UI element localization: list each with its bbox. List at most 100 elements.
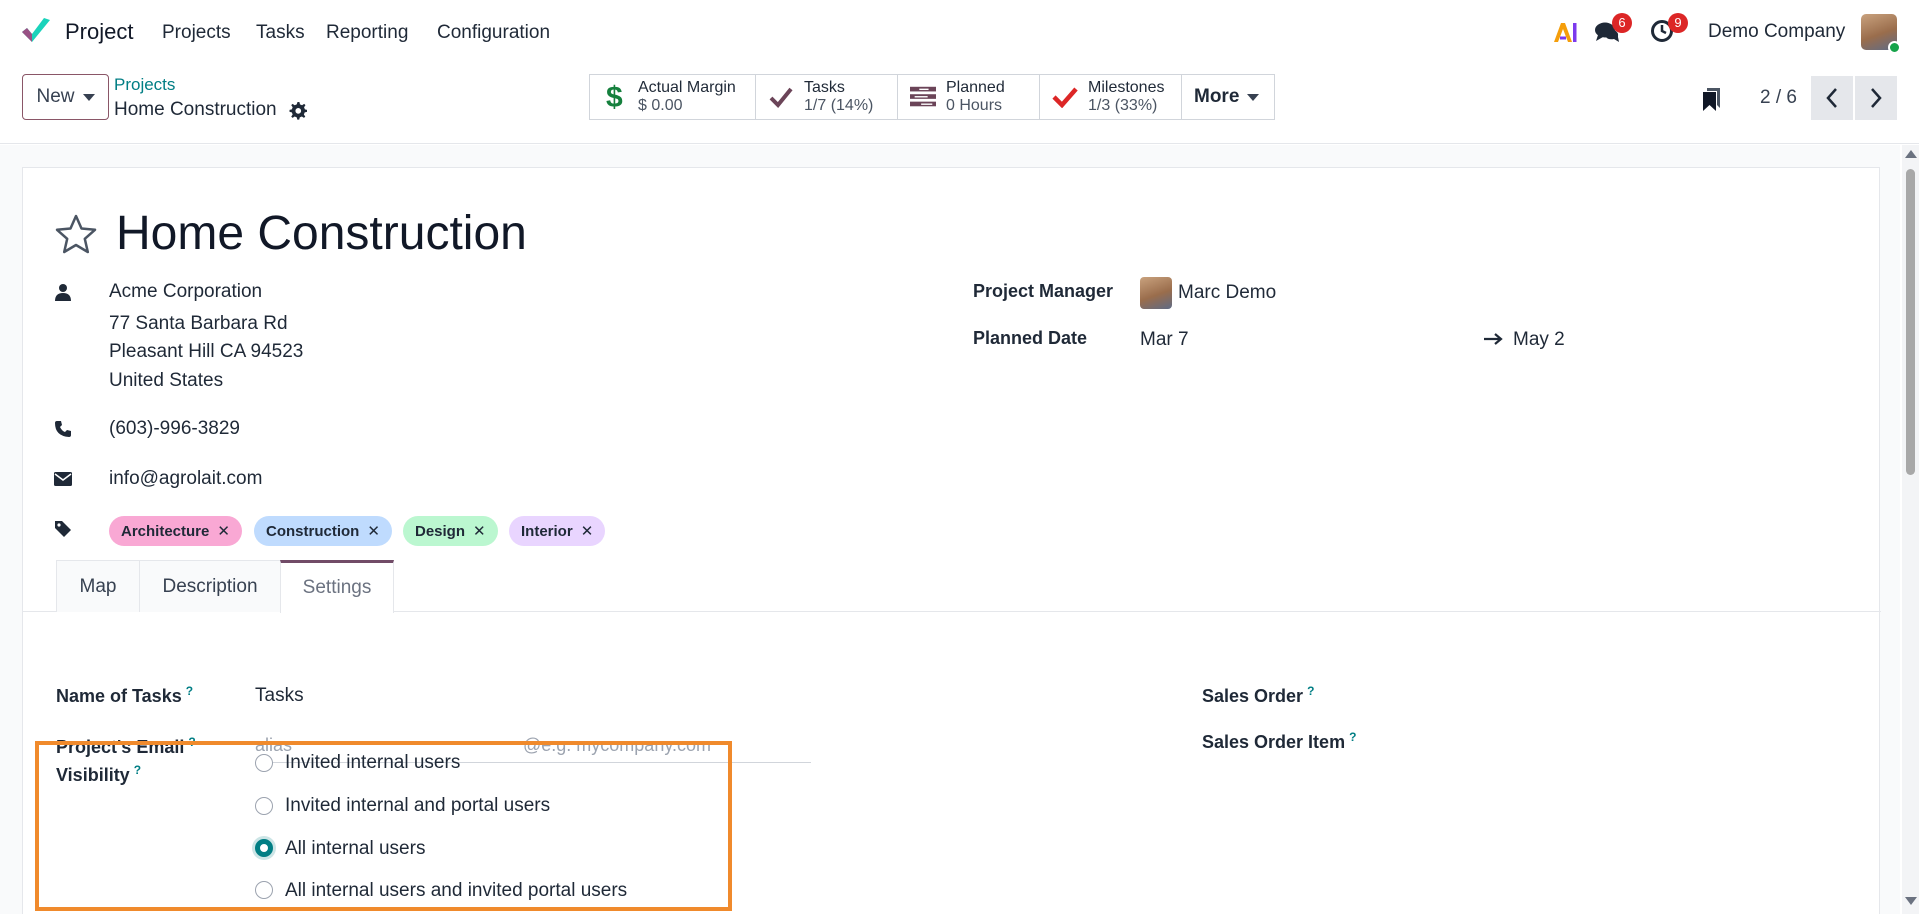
- project-logo-icon[interactable]: [20, 16, 52, 46]
- stat-label: Tasks: [804, 79, 845, 96]
- breadcrumb-projects[interactable]: Projects: [114, 75, 175, 95]
- tab-map[interactable]: Map: [56, 560, 140, 612]
- visibility-option-label[interactable]: Invited internal and portal users: [285, 795, 550, 817]
- gantt-icon: [910, 84, 936, 110]
- envelope-icon: [54, 472, 72, 486]
- top-navbar: Project Projects Tasks Reporting Configu…: [0, 0, 1919, 66]
- close-icon[interactable]: ✕: [473, 522, 486, 540]
- caret-down-icon: [1247, 93, 1260, 101]
- project-manager-value[interactable]: Marc Demo: [1178, 282, 1276, 304]
- planned-date-start[interactable]: Mar 7: [1140, 329, 1189, 351]
- check-icon: [1052, 84, 1078, 110]
- stat-milestones[interactable]: Milestones 1/3 (33%): [1039, 74, 1182, 120]
- project-title[interactable]: Home Construction: [116, 206, 527, 261]
- pager-value[interactable]: 2 / 6: [1760, 87, 1797, 109]
- arrow-right-icon: [1484, 333, 1503, 345]
- stat-buttons: $ Actual Margin $ 0.00 Tasks 1/7 (14%) P…: [589, 74, 1275, 120]
- menu-tasks[interactable]: Tasks: [256, 22, 305, 44]
- svg-text:$: $: [606, 82, 623, 112]
- visibility-option-label[interactable]: Invited internal users: [285, 752, 460, 774]
- project-manager-label: Project Manager: [973, 281, 1114, 301]
- scroll-down-arrow-icon[interactable]: [1905, 897, 1917, 905]
- tags-icon: [55, 521, 71, 537]
- tag-label: Design: [415, 522, 466, 540]
- new-button-label: New: [36, 86, 75, 107]
- visibility-radio-all-internal-portal[interactable]: [255, 881, 273, 899]
- planned-date-end[interactable]: May 2: [1513, 329, 1565, 351]
- help-tooltip[interactable]: ?: [1307, 684, 1314, 698]
- stat-label: Actual Margin: [638, 79, 736, 96]
- help-tooltip[interactable]: ?: [1349, 730, 1356, 744]
- customer-email[interactable]: info@agrolait.com: [109, 468, 262, 490]
- online-status-dot: [1888, 41, 1901, 54]
- sales-order-label: Sales Order?: [1202, 684, 1315, 706]
- ai-icon[interactable]: [1552, 20, 1578, 44]
- stat-value: 1/3 (33%): [1088, 97, 1158, 114]
- stat-tasks[interactable]: Tasks 1/7 (14%): [755, 74, 898, 120]
- tag-interior[interactable]: Interior ✕: [509, 516, 606, 546]
- visibility-radio-invited-portal[interactable]: [255, 797, 273, 815]
- manager-avatar: [1140, 277, 1172, 309]
- customer-city: Pleasant Hill CA 94523: [109, 341, 304, 362]
- gear-icon[interactable]: [288, 101, 307, 120]
- form-view: Home Construction Acme Corporation 77 Sa…: [0, 145, 1900, 914]
- more-label: More: [1194, 86, 1240, 107]
- help-tooltip[interactable]: ?: [186, 684, 193, 698]
- customer-name[interactable]: Acme Corporation: [109, 281, 262, 303]
- phone-icon: [55, 421, 71, 437]
- visibility-radio-all-internal[interactable]: [255, 839, 273, 857]
- tab-settings[interactable]: Settings: [280, 560, 394, 613]
- app-name[interactable]: Project: [65, 19, 133, 45]
- form-sheet: Home Construction Acme Corporation 77 Sa…: [22, 167, 1881, 914]
- tag-label: Interior: [521, 522, 573, 540]
- name-of-tasks-field[interactable]: Tasks: [255, 685, 304, 707]
- visibility-radio-invited-internal[interactable]: [255, 754, 273, 772]
- help-tooltip[interactable]: ?: [134, 763, 141, 777]
- stat-label: Milestones: [1088, 79, 1165, 96]
- tag-design[interactable]: Design ✕: [403, 516, 498, 546]
- stat-value: 1/7 (14%): [804, 97, 874, 114]
- menu-reporting[interactable]: Reporting: [326, 22, 408, 44]
- breadcrumb-current: Home Construction: [114, 99, 277, 120]
- new-button[interactable]: New: [22, 74, 109, 120]
- notebook-tabs: Map Description Settings: [23, 560, 1881, 613]
- chevron-left-icon: [1826, 88, 1837, 108]
- tab-description[interactable]: Description: [139, 560, 281, 612]
- control-panel: New Projects Home Construction $ Actual …: [0, 66, 1919, 144]
- customer-phone[interactable]: (603)-996-3829: [109, 418, 240, 440]
- company-switcher[interactable]: Demo Company: [1708, 21, 1845, 43]
- visibility-option-label[interactable]: All internal users: [285, 838, 425, 860]
- tag-architecture[interactable]: Architecture ✕: [109, 516, 242, 546]
- tab-label: Map: [79, 575, 117, 597]
- more-button[interactable]: More: [1181, 74, 1275, 120]
- dollar-icon: $: [602, 82, 628, 112]
- bookmark-icon[interactable]: [1702, 86, 1724, 112]
- close-icon[interactable]: ✕: [367, 522, 380, 540]
- menu-projects[interactable]: Projects: [162, 22, 231, 44]
- user-icon: [55, 284, 71, 301]
- check-icon: [768, 84, 794, 110]
- customer-country: United States: [109, 370, 224, 391]
- visibility-label: Visibility?: [56, 763, 142, 785]
- user-avatar[interactable]: [1861, 14, 1901, 54]
- visibility-option-label[interactable]: All internal users and invited portal us…: [285, 880, 627, 902]
- tag-label: Construction: [266, 522, 360, 540]
- customer-street: 77 Santa Barbara Rd: [109, 313, 288, 334]
- planned-date-label: Planned Date: [973, 328, 1088, 348]
- name-of-tasks-label: Name of Tasks?: [56, 684, 194, 706]
- stat-label: Planned: [946, 79, 1005, 96]
- scroll-up-arrow-icon[interactable]: [1905, 150, 1917, 158]
- stat-actual-margin[interactable]: $ Actual Margin $ 0.00: [589, 74, 756, 120]
- star-icon[interactable]: [54, 213, 98, 255]
- vertical-scrollbar[interactable]: [1902, 145, 1919, 914]
- stat-planned[interactable]: Planned 0 Hours: [897, 74, 1040, 120]
- menu-configuration[interactable]: Configuration: [437, 22, 550, 44]
- close-icon[interactable]: ✕: [581, 522, 594, 540]
- scrollbar-thumb[interactable]: [1906, 169, 1915, 475]
- pager-next-button[interactable]: [1855, 76, 1897, 120]
- tag-label: Architecture: [121, 522, 210, 540]
- tag-construction[interactable]: Construction ✕: [254, 516, 392, 546]
- close-icon[interactable]: ✕: [217, 522, 230, 540]
- sales-order-item-label: Sales Order Item?: [1202, 730, 1357, 752]
- pager-previous-button[interactable]: [1811, 76, 1853, 120]
